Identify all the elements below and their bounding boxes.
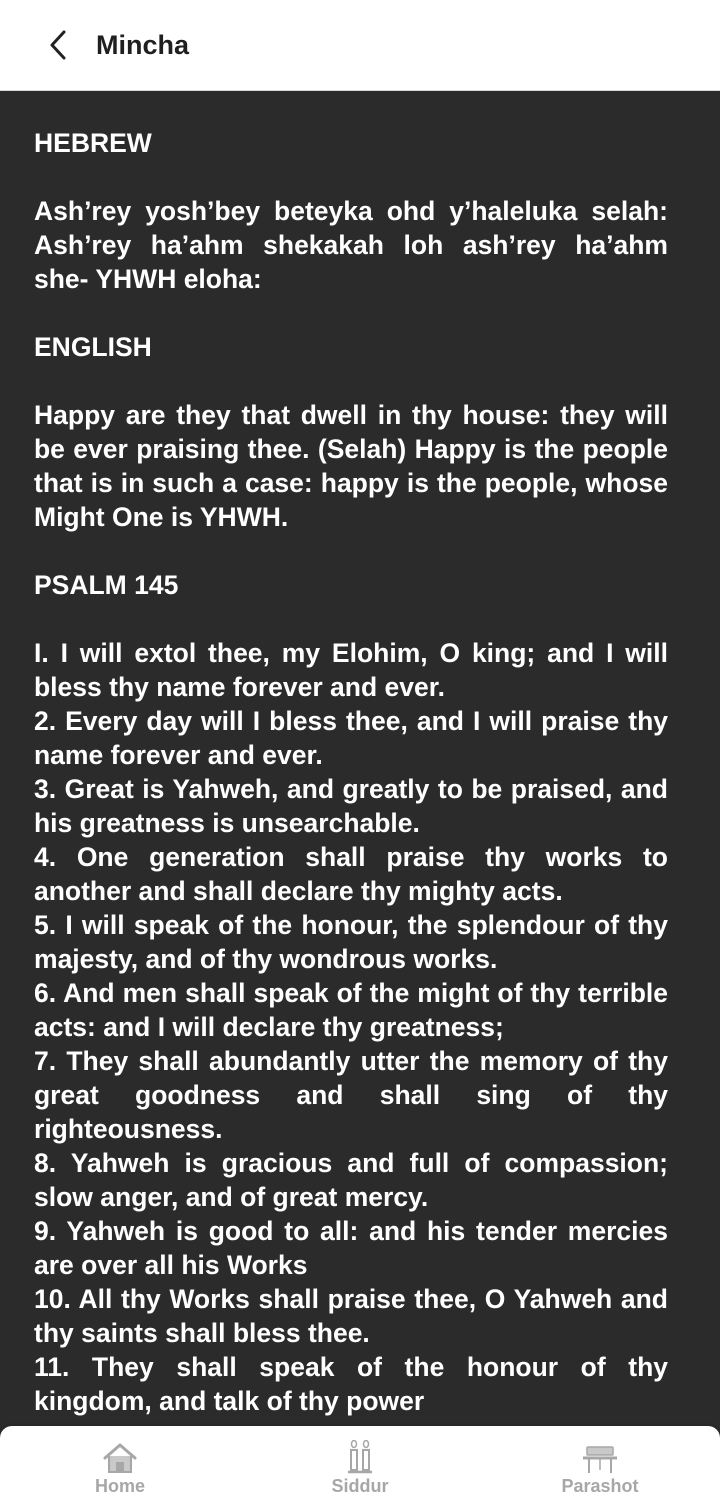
verse: I. I will extol thee, my Elohim, O king;… xyxy=(34,638,668,702)
verse: 9. Yahweh is good to all: and his tender… xyxy=(34,1216,668,1280)
page-title: Mincha xyxy=(96,29,190,60)
verse: 7. They shall abundantly utter the memor… xyxy=(34,1046,668,1144)
back-button[interactable] xyxy=(36,23,80,67)
nav-home[interactable]: Home xyxy=(30,1440,210,1497)
torah-table-icon xyxy=(581,1440,619,1474)
verse: 10. All thy Works shall praise thee, O Y… xyxy=(34,1284,668,1348)
bottom-navigation: Home Siddur Parashot xyxy=(0,1426,720,1510)
chevron-left-icon xyxy=(50,30,66,60)
verse: 4. One generation shall praise thy works… xyxy=(34,842,668,906)
psalm-heading: PSALM 145 xyxy=(34,570,179,600)
nav-siddur[interactable]: Siddur xyxy=(270,1439,450,1497)
candles-icon xyxy=(345,1439,375,1474)
english-text: Happy are they that dwell in thy house: … xyxy=(34,400,668,532)
home-icon xyxy=(102,1440,138,1474)
prayer-text-scroll[interactable]: HEBREW Ash’rey yosh’bey beteyka ohd y’ha… xyxy=(34,126,668,1426)
app-bar: Mincha xyxy=(0,0,720,91)
nav-parashot-label: Parashot xyxy=(561,1475,639,1496)
nav-home-label: Home xyxy=(94,1475,145,1496)
nav-siddur-label: Siddur xyxy=(331,1475,389,1496)
nav-parashot[interactable]: Parashot xyxy=(510,1440,690,1497)
verse: 5. I will speak of the honour, the splen… xyxy=(34,910,668,974)
verse: 6. And men shall speak of the might of t… xyxy=(34,978,668,1042)
verse: 8. Yahweh is gracious and full of compas… xyxy=(34,1148,668,1212)
hebrew-heading: HEBREW xyxy=(34,128,152,158)
verse: 2. Every day will I bless thee, and I wi… xyxy=(34,706,668,770)
hebrew-text: Ash’rey yosh’bey beteyka ohd y’haleluka … xyxy=(34,196,668,294)
verse: 11. They shall speak of the honour of th… xyxy=(34,1352,668,1416)
english-heading: ENGLISH xyxy=(34,332,152,362)
verse: 3. Great is Yahweh, and greatly to be pr… xyxy=(34,774,668,838)
